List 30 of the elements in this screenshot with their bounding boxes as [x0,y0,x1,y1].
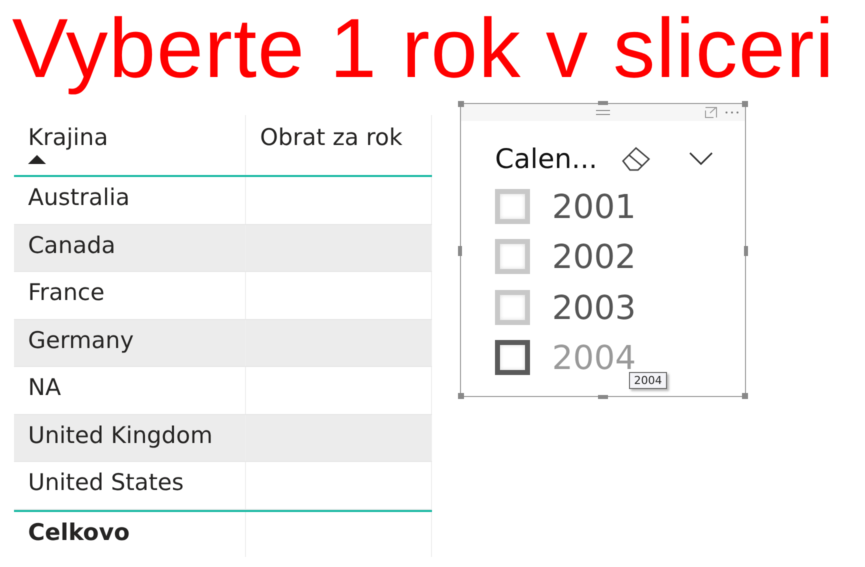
column-header[interactable]: Krajina [28,125,108,151]
slicer-title: Calen... [495,144,598,174]
tooltip: 2004 [629,372,667,389]
resize-handle[interactable] [598,101,608,105]
resize-handle[interactable] [742,101,748,107]
eraser-icon[interactable] [621,146,652,172]
checkbox[interactable] [495,340,530,376]
drag-handle-icon[interactable] [596,110,610,115]
column-header[interactable]: Obrat za rok [260,125,402,151]
table-cell: NA [14,367,246,414]
resize-handle[interactable] [458,246,462,256]
table-cell: Canada [14,224,246,271]
resize-handle[interactable] [458,393,464,399]
table-cell: United Kingdom [14,414,246,461]
focus-mode-icon[interactable] [705,107,717,118]
resize-handle[interactable] [458,101,464,107]
more-options-icon[interactable] [725,111,739,114]
table-cell: Australia [14,177,246,224]
resize-handle[interactable] [598,395,608,399]
table-cell: Germany [14,320,246,366]
slicer-item[interactable]: 2001 [552,186,636,226]
resize-handle[interactable] [742,393,748,399]
resize-handle[interactable] [744,246,748,256]
table-cell: United States [14,462,246,508]
total-cell: Celkovo [14,512,246,557]
slicer-item[interactable]: 2002 [552,237,636,276]
slicer-item[interactable]: 2003 [552,288,636,327]
page-title: Vyberte 1 rok v sliceri [11,0,836,97]
table-cell: France [14,272,246,318]
chevron-down-icon[interactable] [689,152,714,166]
